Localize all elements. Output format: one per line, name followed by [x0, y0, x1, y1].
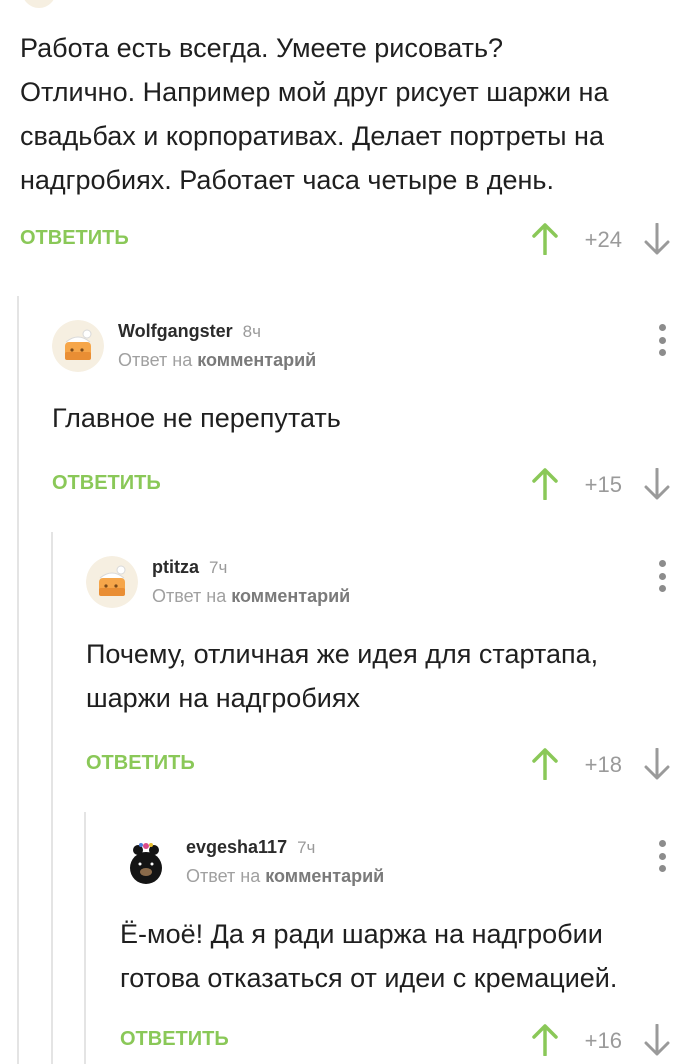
comment-header: ptitza 7ч Ответ на комментарий	[86, 556, 700, 616]
reply-to: Ответ на комментарий	[186, 865, 384, 887]
rating-value: +16	[584, 1028, 622, 1053]
comment-line: свадьбах и корпоративах. Делает портреты…	[20, 121, 604, 151]
arrow-down-icon[interactable]	[644, 1023, 670, 1061]
more-vertical-icon[interactable]	[652, 324, 672, 356]
user-row: Wolfgangster 8ч	[118, 320, 316, 343]
user-row: evgesha117 7ч	[186, 836, 384, 859]
comment-top: Работа есть всегда. Умеете рисовать? Отл…	[20, 26, 700, 259]
comment-text: Почему, отличная же идея для стартапа, ш…	[86, 632, 700, 720]
reply-to: Ответ на комментарий	[118, 349, 316, 371]
comment-actions: ОТВЕТИТЬ +15	[52, 464, 700, 504]
reply-button[interactable]: ОТВЕТИТЬ	[86, 752, 195, 775]
rating-value: +24	[584, 227, 622, 252]
comment-meta: Wolfgangster 8ч Ответ на комментарий	[118, 320, 316, 371]
comment-time: 8ч	[242, 322, 261, 341]
rating-value: +18	[584, 752, 622, 777]
comment: ptitza 7ч Ответ на комментарий Почему, от…	[86, 556, 700, 784]
more-vertical-icon[interactable]	[652, 840, 672, 872]
reply-to: Ответ на комментарий	[152, 585, 350, 607]
thread-line	[84, 812, 86, 1064]
comment-text: Ё-моё! Да я ради шаржа на надгробии гото…	[120, 912, 700, 1000]
comment-line: Работа есть всегда. Умеете рисовать?	[20, 33, 504, 63]
thread-line	[17, 296, 19, 1064]
arrow-up-icon[interactable]	[532, 1024, 558, 1061]
comment-actions: ОТВЕТИТЬ +16	[120, 1020, 700, 1060]
default-cake-avatar-icon[interactable]	[52, 320, 104, 372]
comment-line: Ё-моё! Да я ради шаржа на надгробии	[120, 919, 603, 949]
comment-meta: ptitza 7ч Ответ на комментарий	[152, 556, 350, 607]
comment-actions: ОТВЕТИТЬ +24	[20, 219, 700, 259]
comment-meta: evgesha117 7ч Ответ на комментарий	[186, 836, 384, 887]
avatar[interactable]	[22, 0, 56, 8]
comment-line: готова отказаться от идеи с кремацией.	[120, 963, 618, 993]
arrow-down-icon[interactable]	[644, 747, 670, 785]
reply-button[interactable]: ОТВЕТИТЬ	[52, 472, 161, 495]
comment-header: evgesha117 7ч Ответ на комментарий	[120, 836, 700, 896]
username-link[interactable]: Wolfgangster	[118, 321, 233, 341]
comment-line: надгробиях. Работает часа четыре в день.	[20, 165, 555, 195]
comment-time: 7ч	[297, 838, 316, 857]
black-bear-avatar-icon[interactable]	[120, 836, 172, 888]
thread-line	[51, 532, 53, 1064]
comment-line: шаржи на надгробиях	[86, 683, 360, 713]
reply-button[interactable]: ОТВЕТИТЬ	[20, 227, 129, 250]
reply-prefix: Ответ на	[152, 586, 227, 606]
arrow-up-icon[interactable]	[532, 748, 558, 785]
username-link[interactable]: ptitza	[152, 557, 199, 577]
comment-line: Главное не перепутать	[52, 403, 341, 433]
comment-line: Отлично. Например мой друг рисует шаржи …	[20, 77, 609, 107]
reply-button[interactable]: ОТВЕТИТЬ	[120, 1028, 229, 1051]
rating-value: +15	[584, 472, 622, 497]
comment-actions: ОТВЕТИТЬ +18	[86, 744, 700, 784]
comment-header: Wolfgangster 8ч Ответ на комментарий	[52, 320, 700, 380]
comment-text: Главное не перепутать	[52, 396, 700, 440]
arrow-down-icon[interactable]	[644, 222, 670, 260]
comment: Wolfgangster 8ч Ответ на комментарий Глав…	[52, 320, 700, 504]
more-vertical-icon[interactable]	[652, 560, 672, 592]
reply-prefix: Ответ на	[118, 350, 193, 370]
user-row: ptitza 7ч	[152, 556, 350, 579]
parent-comment-link[interactable]: комментарий	[265, 866, 384, 886]
parent-comment-link[interactable]: комментарий	[197, 350, 316, 370]
comment-line: Почему, отличная же идея для стартапа,	[86, 639, 599, 669]
default-cake-avatar-icon[interactable]	[86, 556, 138, 608]
parent-comment-link[interactable]: комментарий	[231, 586, 350, 606]
comment-text: Работа есть всегда. Умеете рисовать? Отл…	[20, 26, 700, 202]
comment-time: 7ч	[209, 558, 228, 577]
arrow-up-icon[interactable]	[532, 468, 558, 505]
username-link[interactable]: evgesha117	[186, 837, 287, 857]
comment: evgesha117 7ч Ответ на комментарий Ё-моё!…	[120, 836, 700, 1060]
reply-prefix: Ответ на	[186, 866, 261, 886]
arrow-up-icon[interactable]	[532, 223, 558, 260]
arrow-down-icon[interactable]	[644, 467, 670, 505]
